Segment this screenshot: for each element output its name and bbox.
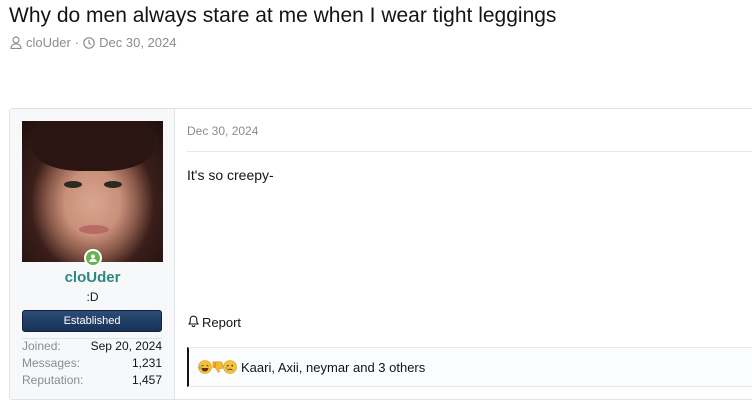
bell-icon <box>187 315 202 330</box>
report-label: Report <box>202 315 242 330</box>
post-date-link[interactable]: Dec 30, 2024 <box>187 124 258 138</box>
post: cloUder :D Established Joined: Sep 20, 2… <box>9 108 752 400</box>
user-icon <box>10 36 22 49</box>
post-main-cell: Dec 30, 2024 It's so creepy- Report Kaar… <box>175 109 752 399</box>
stat-label: Joined: <box>22 339 61 353</box>
stat-row-joined: Joined: Sep 20, 2024 <box>22 338 162 355</box>
post-header-divider <box>187 151 752 152</box>
post-username[interactable]: cloUder <box>10 269 175 286</box>
stat-label: Messages: <box>22 356 81 370</box>
stat-row-reputation: Reputation: 1,457 <box>22 372 162 389</box>
thumbs-down-icon <box>211 360 224 374</box>
post-body: It's so creepy- <box>187 167 274 183</box>
meta-separator: · <box>74 35 80 50</box>
user-banner: Established <box>22 310 162 332</box>
online-status-icon <box>84 249 102 267</box>
avatar[interactable] <box>22 121 163 262</box>
clock-icon <box>83 36 95 49</box>
thread-date-link[interactable]: Dec 30, 2024 <box>99 35 176 50</box>
reactions-summary-link[interactable]: Kaari, Axii, neymar and 3 others <box>241 360 425 375</box>
stat-row-messages: Messages: 1,231 <box>22 355 162 372</box>
thread-author-link[interactable]: cloUder <box>26 35 71 50</box>
reaction-icons <box>198 360 237 374</box>
reactions-bar[interactable]: Kaari, Axii, neymar and 3 others <box>187 347 752 387</box>
sad-emoji-icon <box>223 360 237 374</box>
stat-value: 1,457 <box>131 373 162 387</box>
laugh-emoji-icon <box>198 360 212 374</box>
thread-title: Why do men always stare at me when I wea… <box>9 4 557 27</box>
stat-value: 1,231 <box>131 356 162 370</box>
report-button[interactable]: Report <box>187 315 242 330</box>
stat-value: Sep 20, 2024 <box>90 339 162 353</box>
post-user-cell: cloUder :D Established Joined: Sep 20, 2… <box>10 109 175 399</box>
thread-meta: cloUder · Dec 30, 2024 <box>10 35 176 50</box>
user-title: :D <box>86 290 99 304</box>
stat-label: Reputation: <box>22 373 84 387</box>
user-stats: Joined: Sep 20, 2024 Messages: 1,231 Rep… <box>22 338 162 389</box>
